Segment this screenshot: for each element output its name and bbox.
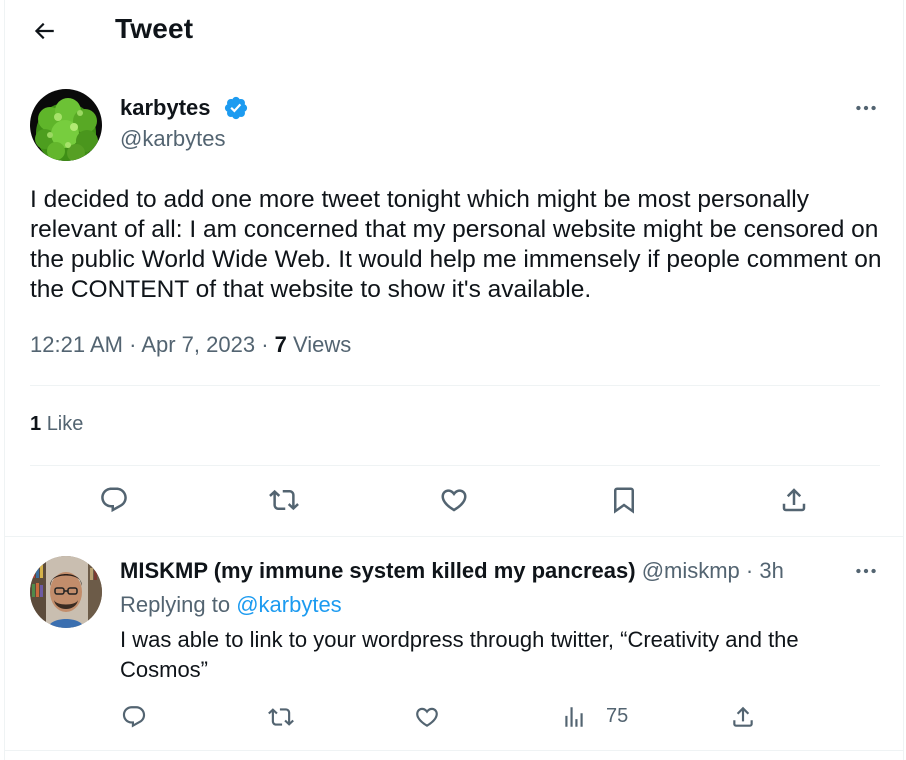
reply-more-button[interactable]: [851, 556, 881, 586]
tweet-time[interactable]: 12:21 AM: [30, 332, 123, 357]
reply-button[interactable]: [94, 480, 134, 520]
like-button[interactable]: [434, 480, 474, 520]
author-handle[interactable]: @karbytes: [120, 126, 225, 152]
likes-label: Like: [46, 413, 84, 435]
divider: [30, 385, 880, 386]
views-count: 7: [274, 332, 287, 357]
reply-header: MISKMP (my immune system killed my pancr…: [120, 558, 784, 583]
divider: [30, 465, 880, 466]
more-icon: [856, 568, 876, 574]
reply-author-handle[interactable]: @miskmp: [642, 558, 740, 583]
share-button[interactable]: [774, 480, 814, 520]
back-arrow-icon: [34, 22, 54, 40]
likes-count: 1: [30, 413, 42, 435]
author-name[interactable]: karbytes: [120, 95, 211, 121]
like-icon: [416, 707, 438, 727]
retweet-button[interactable]: [264, 480, 304, 520]
reply-age[interactable]: 3h: [759, 558, 783, 583]
share-icon: [733, 706, 753, 727]
reply-text: I was able to link to your wordpress thr…: [120, 627, 799, 682]
like-icon: [441, 489, 467, 512]
views-icon: [565, 707, 583, 727]
author-avatar[interactable]: [30, 89, 102, 161]
tweet-meta: 12:21 AM · Apr 7, 2023 · 7 Views: [30, 332, 352, 357]
replying-mention-link[interactable]: @karbytes: [236, 592, 341, 617]
reply-views-count: 75: [606, 705, 629, 727]
reply-views-button[interactable]: [554, 697, 594, 737]
reply-like-button[interactable]: [407, 697, 447, 737]
views-label: Views: [293, 332, 352, 357]
reply-share-button[interactable]: [723, 697, 763, 737]
reply-author-avatar[interactable]: [30, 556, 102, 628]
tweet-column: Tweet karbytes @karbytes I decided to ad…: [4, 0, 904, 760]
reply-icon: [122, 706, 146, 728]
bookmark-icon: [614, 487, 634, 514]
tweet-date[interactable]: Apr 7, 2023: [141, 332, 255, 357]
retweet-icon: [269, 489, 299, 511]
retweet-icon: [268, 708, 294, 726]
replying-to: Replying to @karbytes: [120, 592, 342, 618]
tweet-text: I decided to add one more tweet tonight …: [30, 186, 882, 303]
reply-retweet-button[interactable]: [261, 697, 301, 737]
share-icon: [782, 488, 806, 512]
likes-link[interactable]: 1 Like: [30, 413, 83, 436]
reply-reply-button[interactable]: [114, 697, 154, 737]
bookmark-button[interactable]: [604, 480, 644, 520]
reply-icon: [101, 487, 127, 513]
replying-prefix: Replying to: [120, 592, 231, 617]
back-button[interactable]: [27, 14, 61, 48]
divider: [5, 536, 903, 537]
reply-author-name[interactable]: MISKMP (my immune system killed my pancr…: [120, 558, 636, 583]
more-icon: [856, 105, 876, 111]
more-button[interactable]: [851, 93, 881, 123]
page-header: Tweet: [5, 0, 903, 62]
page-title: Tweet: [115, 13, 194, 44]
verified-badge-icon: [224, 96, 248, 120]
divider: [5, 750, 903, 751]
